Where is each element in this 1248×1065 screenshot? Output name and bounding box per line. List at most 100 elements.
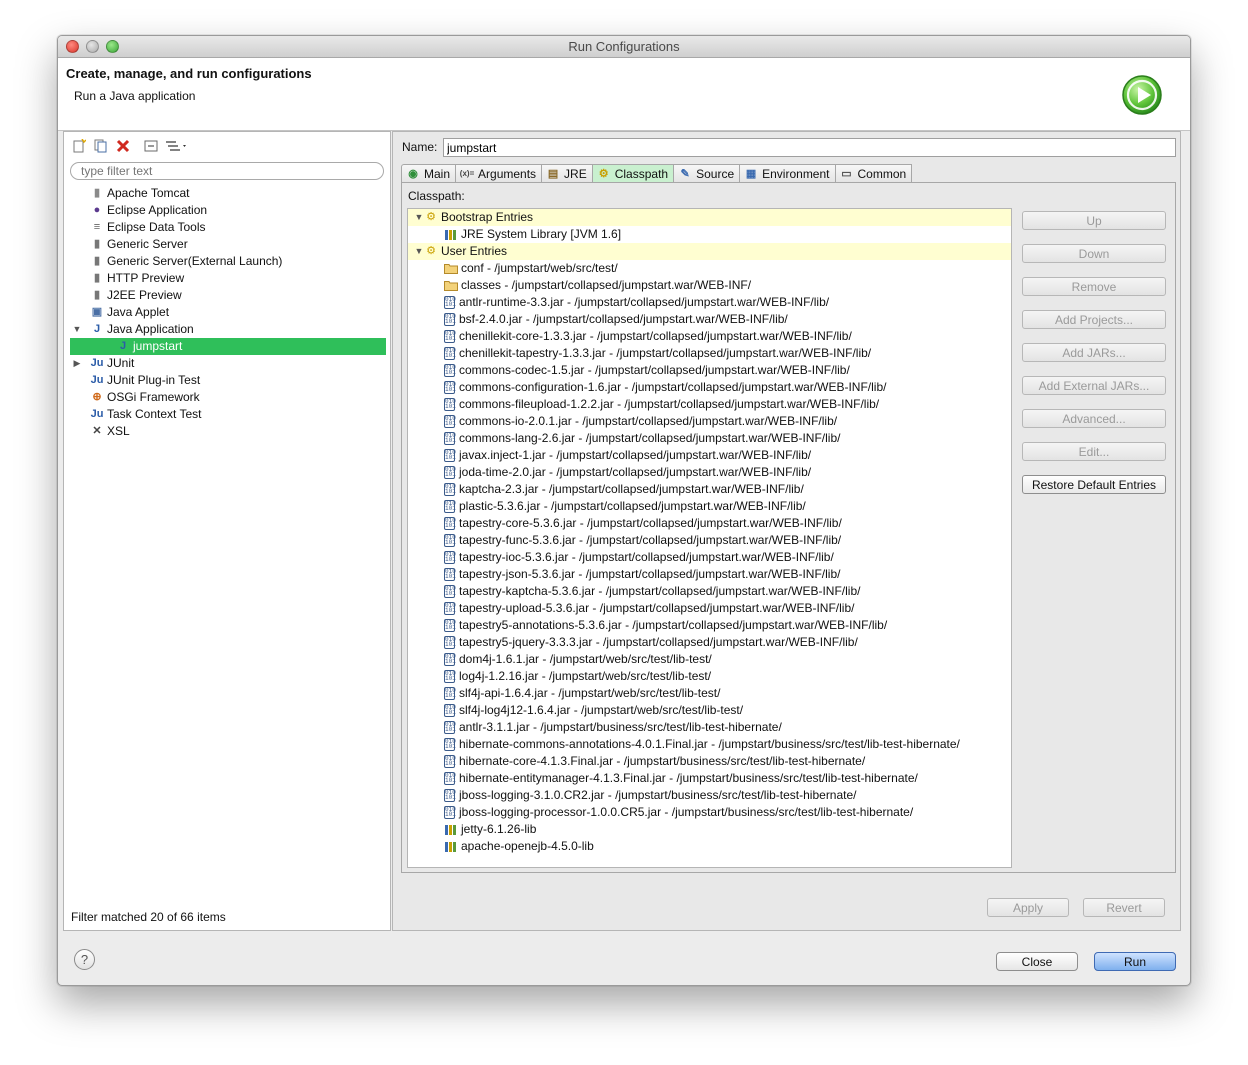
jar-icon: 010 101 <box>444 449 456 462</box>
collapse-all-icon[interactable] <box>142 137 160 155</box>
name-input[interactable] <box>443 138 1176 157</box>
delete-icon[interactable] <box>114 137 132 155</box>
classpath-entry[interactable]: 010 101 dom4j-1.6.1.jar - /jumpstart/web/s… <box>408 651 1011 668</box>
classpath-entry[interactable]: 010 101 log4j-1.2.16.jar - /jumpstart/web/… <box>408 668 1011 685</box>
add-external-jars-button[interactable]: Add External JARs... <box>1022 376 1166 395</box>
classpath-entry[interactable]: jetty-6.1.26-lib <box>408 821 1011 838</box>
classpath-entry[interactable]: 010 101 kaptcha-2.3.jar - /jumpstart/colla… <box>408 481 1011 498</box>
classpath-entry-label: apache-openejb-4.5.0-lib <box>461 839 594 853</box>
classpath-entry[interactable]: classes - /jumpstart/collapsed/jumpstart… <box>408 277 1011 294</box>
classpath-group[interactable]: ▼ ⚙ Bootstrap Entries <box>408 209 1011 226</box>
classpath-entry[interactable]: 010 101 tapestry-kaptcha-5.3.6.jar - /jump… <box>408 583 1011 600</box>
collapsed-arrow-icon[interactable]: ▶ <box>72 355 82 372</box>
classpath-entry[interactable]: conf - /jumpstart/web/src/test/ <box>408 260 1011 277</box>
expanded-arrow-icon[interactable]: ▼ <box>414 209 424 226</box>
expanded-arrow-icon[interactable]: ▼ <box>414 243 424 260</box>
tab-arguments[interactable]: (x)= Arguments <box>456 164 543 182</box>
tree-item-eclipse-data-tools[interactable]: ≡ Eclipse Data Tools <box>70 219 386 236</box>
window-zoom-icon[interactable] <box>106 40 119 53</box>
tab-environment[interactable]: ▦ Environment <box>740 164 836 182</box>
classpath-entry[interactable]: 010 101 commons-fileupload-1.2.2.jar - /ju… <box>408 396 1011 413</box>
tomcat-icon: ▮ <box>93 187 101 199</box>
edit-button[interactable]: Edit... <box>1022 442 1166 461</box>
classpath-entry[interactable]: 010 101 tapestry-func-5.3.6.jar - /jumpsta… <box>408 532 1011 549</box>
classpath-entry[interactable]: 010 101 tapestry5-annotations-5.3.6.jar - … <box>408 617 1011 634</box>
tree-item-osgi-framework[interactable]: ⊕ OSGi Framework <box>70 389 386 406</box>
help-icon[interactable]: ? <box>74 949 95 970</box>
classpath-entry[interactable]: 010 101 hibernate-commons-annotations-4.0.… <box>408 736 1011 753</box>
tree-item-http-preview[interactable]: ▮ HTTP Preview <box>70 270 386 287</box>
tree-item-task-context-test[interactable]: Ju Task Context Test <box>70 406 386 423</box>
classpath-entry[interactable]: 010 101 tapestry-json-5.3.6.jar - /jumpsta… <box>408 566 1011 583</box>
tree-item-junit-plug-in-test[interactable]: Ju JUnit Plug-in Test <box>70 372 386 389</box>
duplicate-icon[interactable] <box>92 137 110 155</box>
filter-icon[interactable] <box>164 137 190 155</box>
classpath-entry[interactable]: 010 101 hibernate-core-4.1.3.Final.jar - /… <box>408 753 1011 770</box>
run-configurations-window: Run Configurations Create, manage, and r… <box>57 35 1191 986</box>
classpath-entry[interactable]: 010 101 jboss-logging-3.1.0.CR2.jar - /jum… <box>408 787 1011 804</box>
classpath-entry[interactable]: 010 101 tapestry-upload-5.3.6.jar - /jumps… <box>408 600 1011 617</box>
run-button[interactable]: Run <box>1094 952 1176 971</box>
filter-input[interactable] <box>70 162 384 180</box>
classpath-entry[interactable]: 010 101 joda-time-2.0.jar - /jumpstart/col… <box>408 464 1011 481</box>
main-tab-icon: ◉ <box>408 168 418 180</box>
classpath-entry[interactable]: 010 101 tapestry5-jquery-3.3.3.jar - /jump… <box>408 634 1011 651</box>
classpath-entry[interactable]: 010 101 commons-lang-2.6.jar - /jumpstart/… <box>408 430 1011 447</box>
classpath-entry[interactable]: 010 101 commons-io-2.0.1.jar - /jumpstart/… <box>408 413 1011 430</box>
classpath-entry[interactable]: 010 101 commons-codec-1.5.jar - /jumpstart… <box>408 362 1011 379</box>
close-button[interactable]: Close <box>996 952 1078 971</box>
classpath-entry[interactable]: 010 101 commons-configuration-1.6.jar - /j… <box>408 379 1011 396</box>
tree-item-xsl[interactable]: ✕ XSL <box>70 423 386 440</box>
tab-jre[interactable]: ▤ JRE <box>542 164 593 182</box>
tree-item-generic-server[interactable]: ▮ Generic Server <box>70 236 386 253</box>
tree-item-java-applet[interactable]: ▣ Java Applet <box>70 304 386 321</box>
up-button[interactable]: Up <box>1022 211 1166 230</box>
tree-item-junit[interactable]: ▶ Ju JUnit <box>70 355 386 372</box>
classpath-entry[interactable]: 010 101 bsf-2.4.0.jar - /jumpstart/collaps… <box>408 311 1011 328</box>
eclipse-icon: ● <box>93 204 101 216</box>
classpath-entry-label: commons-io-2.0.1.jar - /jumpstart/collap… <box>459 414 838 428</box>
classpath-entry[interactable]: apache-openejb-4.5.0-lib <box>408 838 1011 855</box>
classpath-entry[interactable]: 010 101 jboss-logging-processor-1.0.0.CR5.… <box>408 804 1011 821</box>
classpath-entry[interactable]: 010 101 chenillekit-core-1.3.3.jar - /jump… <box>408 328 1011 345</box>
tree-item-java-application[interactable]: ▼ J Java Application <box>70 321 386 338</box>
classpath-group-icon: ⚙ <box>426 245 436 257</box>
add-jars-button[interactable]: Add JARs... <box>1022 343 1166 362</box>
new-config-icon[interactable] <box>70 137 88 155</box>
classpath-entry[interactable]: 010 101 hibernate-entitymanager-4.1.3.Fina… <box>408 770 1011 787</box>
remove-button[interactable]: Remove <box>1022 277 1166 296</box>
add-projects-button[interactable]: Add Projects... <box>1022 310 1166 329</box>
classpath-entry[interactable]: 010 101 slf4j-log4j12-1.6.4.jar - /jumpsta… <box>408 702 1011 719</box>
tab-main[interactable]: ◉ Main <box>401 164 457 182</box>
tree-item-j2ee-preview[interactable]: ▮ J2EE Preview <box>70 287 386 304</box>
revert-button[interactable]: Revert <box>1083 898 1165 917</box>
tree-item-apache-tomcat[interactable]: ▮ Apache Tomcat <box>70 185 386 202</box>
classpath-entry[interactable]: JRE System Library [JVM 1.6] <box>408 226 1011 243</box>
tab-source[interactable]: ✎ Source <box>674 164 741 182</box>
tree-item-eclipse-application[interactable]: ● Eclipse Application <box>70 202 386 219</box>
classpath-entry[interactable]: 010 101 antlr-runtime-3.3.jar - /jumpstart… <box>408 294 1011 311</box>
advanced-button[interactable]: Advanced... <box>1022 409 1166 428</box>
classpath-entry[interactable]: 010 101 tapestry-core-5.3.6.jar - /jumpsta… <box>408 515 1011 532</box>
expanded-arrow-icon[interactable]: ▼ <box>72 321 82 338</box>
apply-button[interactable]: Apply <box>987 898 1069 917</box>
classpath-entry[interactable]: 010 101 javax.inject-1.jar - /jumpstart/co… <box>408 447 1011 464</box>
library-icon <box>445 824 456 835</box>
classpath-entry[interactable]: 010 101 slf4j-api-1.6.4.jar - /jumpstart/w… <box>408 685 1011 702</box>
window-close-icon[interactable] <box>66 40 79 53</box>
restore-default-entries-button[interactable]: Restore Default Entries <box>1022 475 1166 494</box>
classpath-group[interactable]: ▼ ⚙ User Entries <box>408 243 1011 260</box>
classpath-entry-label: jetty-6.1.26-lib <box>461 822 537 836</box>
tab-classpath[interactable]: ⚙ Classpath <box>592 164 675 182</box>
config-editor-pane: Name: ◉ Main (x)=Arguments ▤ JRE ⚙ Classpath ✎ S… <box>392 131 1181 931</box>
window-minimize-icon[interactable] <box>86 40 99 53</box>
classpath-entry[interactable]: 010 101 tapestry-ioc-5.3.6.jar - /jumpstar… <box>408 549 1011 566</box>
tab-label: Source <box>696 166 735 181</box>
classpath-entry[interactable]: 010 101 antlr-3.1.1.jar - /jumpstart/busin… <box>408 719 1011 736</box>
classpath-entry[interactable]: 010 101 chenillekit-tapestry-1.3.3.jar - /… <box>408 345 1011 362</box>
classpath-entry[interactable]: 010 101 plastic-5.3.6.jar - /jumpstart/col… <box>408 498 1011 515</box>
tab-common[interactable]: ▭ Common <box>835 164 913 182</box>
tree-item-generic-server-external-launch-[interactable]: ▮ Generic Server(External Launch) <box>70 253 386 270</box>
down-button[interactable]: Down <box>1022 244 1166 263</box>
tree-item-jumpstart[interactable]: Jjumpstart <box>70 338 386 355</box>
